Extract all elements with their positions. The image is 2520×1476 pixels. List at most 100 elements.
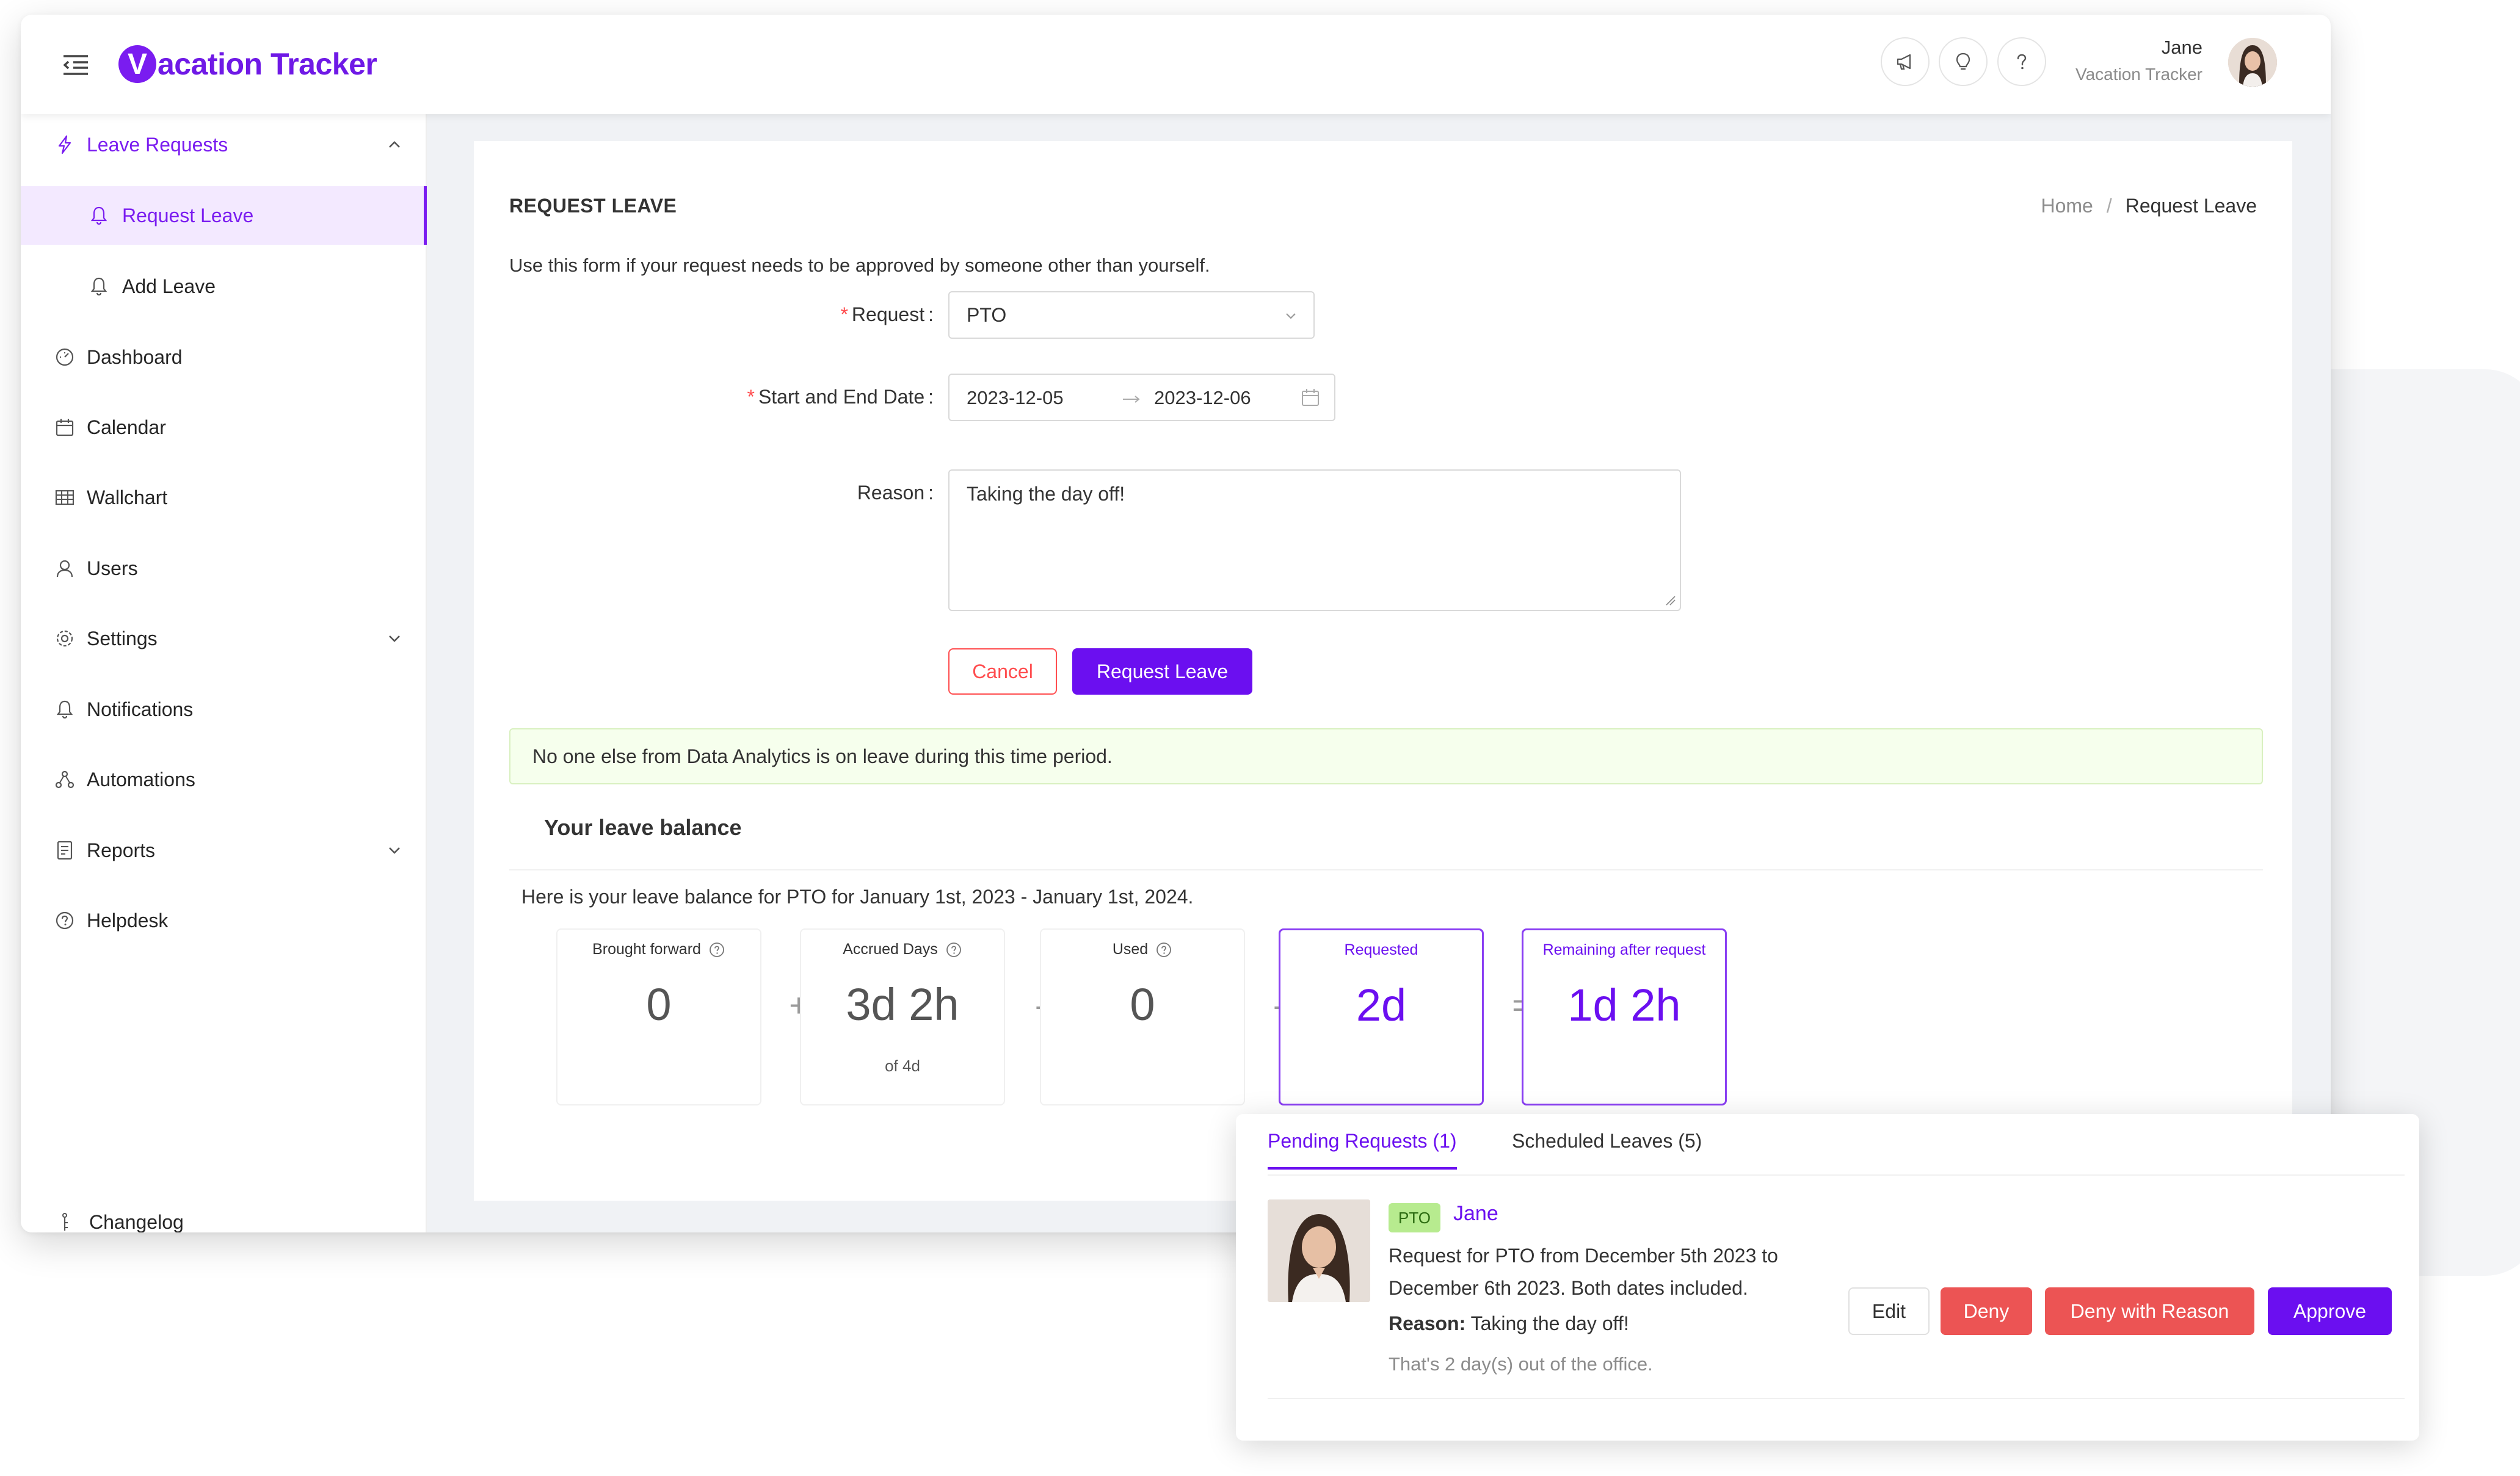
sidebar-item-add-leave[interactable]: Add Leave [21, 257, 427, 316]
help-icon [53, 908, 77, 933]
approve-button[interactable]: Approve [2268, 1287, 2392, 1335]
user-name[interactable]: Jane [2162, 37, 2202, 59]
stat-used: Used 0 [1040, 928, 1245, 1105]
leave-type-badge: PTO [1389, 1203, 1440, 1232]
sidebar-item-label: Reports [87, 839, 156, 861]
avatar-image [2228, 38, 2277, 87]
leave-balance-title: Your leave balance [544, 815, 742, 840]
date-range-label-text: Start and End Date [758, 386, 925, 408]
end-date-input[interactable]: 2023-12-06 [1154, 387, 1251, 409]
requester-photo [1268, 1199, 1370, 1302]
sidebar-item-label: Add Leave [122, 275, 216, 297]
sidebar-item-wallchart[interactable]: Wallchart [21, 468, 427, 527]
stat-subtext: of 4d [885, 1057, 920, 1075]
user-icon [53, 556, 77, 581]
stat-value: 0 [646, 979, 672, 1030]
request-reason: Reason: Taking the day off! [1389, 1312, 1629, 1335]
required-mark: * [840, 303, 848, 325]
stat-title-text: Accrued Days [843, 941, 938, 958]
tab-scheduled-leaves[interactable]: Scheduled Leaves (5) [1512, 1130, 1702, 1167]
help-button[interactable] [1997, 37, 2046, 86]
reason-label-text: Reason [857, 482, 925, 504]
sidebar-item-label: Notifications [87, 698, 194, 720]
requester-name[interactable]: Jane [1453, 1202, 1498, 1226]
bell-icon [87, 203, 111, 228]
sidebar-item-label: Dashboard [87, 345, 183, 368]
menu-fold-icon[interactable] [60, 49, 92, 81]
table-icon [53, 485, 77, 510]
start-date-input[interactable]: 2023-12-05 [967, 387, 1064, 409]
reason-textarea[interactable]: Taking the day off! [948, 469, 1681, 611]
sidebar-item-calendar[interactable]: Calendar [21, 398, 427, 457]
sidebar-item-changelog[interactable]: Changelog [21, 1193, 427, 1232]
cancel-button[interactable]: Cancel [948, 648, 1057, 695]
requester-photo-image [1268, 1199, 1370, 1302]
logo-text: acation Tracker [158, 47, 377, 81]
required-mark: * [747, 386, 755, 408]
info-icon[interactable] [1155, 941, 1172, 958]
sidebar-item-users[interactable]: Users [21, 539, 427, 598]
announcements-button[interactable] [1881, 37, 1930, 86]
sidebar-item-request-leave[interactable]: Request Leave [21, 186, 427, 245]
stat-brought-forward: Brought forward 0 [556, 928, 761, 1105]
stat-requested: Requested 2d [1279, 928, 1484, 1105]
stat-title: Used [1041, 941, 1244, 958]
sidebar-item-leave-requests[interactable]: Leave Requests [21, 115, 427, 174]
requests-popup: Pending Requests (1) Scheduled Leaves (5… [1236, 1114, 2419, 1441]
sidebar-item-label: Automations [87, 768, 195, 790]
sidebar-item-label: Request Leave [122, 204, 254, 226]
arrow-right-icon [1123, 396, 1140, 403]
popup-divider [1268, 1398, 2405, 1399]
sidebar-item-automations[interactable]: Automations [21, 750, 427, 809]
stat-title: Requested [1280, 941, 1482, 959]
sidebar-item-label: Leave Requests [87, 133, 228, 156]
sidebar-item-settings[interactable]: Settings [21, 609, 427, 668]
breadcrumb-separator: / [2106, 195, 2112, 217]
automation-icon [53, 767, 77, 792]
sidebar-item-label: Helpdesk [87, 909, 169, 932]
request-type-value: PTO [967, 303, 1007, 326]
breadcrumb-home[interactable]: Home [2041, 195, 2093, 217]
user-avatar[interactable] [2228, 38, 2277, 87]
deny-with-reason-button[interactable]: Deny with Reason [2045, 1287, 2254, 1335]
stat-value: 1d 2h [1567, 980, 1681, 1030]
calendar-icon [53, 415, 77, 440]
request-type-label-text: Request [851, 303, 925, 325]
breadcrumb: Home / Request Leave [2041, 195, 2257, 217]
label-colon: : [928, 386, 934, 408]
request-description: Request for PTO from December 5th 2023 t… [1389, 1245, 1778, 1299]
request-leave-button[interactable]: Request Leave [1072, 648, 1252, 695]
stat-value: 0 [1130, 979, 1155, 1030]
sidebar-item-label: Users [87, 557, 138, 579]
dashboard-icon [53, 345, 77, 369]
sidebar-item-dashboard[interactable]: Dashboard [21, 328, 427, 386]
chevron-down-icon [389, 635, 400, 642]
app-logo[interactable]: V acation Tracker [118, 37, 377, 92]
reason-label: Reason: [857, 482, 934, 504]
edit-button[interactable]: Edit [1848, 1287, 1930, 1335]
report-icon [53, 838, 77, 863]
section-divider [509, 869, 2263, 870]
deny-button[interactable]: Deny [1941, 1287, 2032, 1335]
form-intro-text: Use this form if your request needs to b… [509, 255, 1210, 276]
resize-handle-icon[interactable] [1664, 594, 1676, 606]
sidebar-item-helpdesk[interactable]: Helpdesk [21, 891, 427, 950]
calendar-icon [1302, 389, 1319, 406]
stat-value: 2d [1356, 980, 1407, 1030]
stat-title: Remaining after request [1523, 941, 1725, 959]
sidebar-item-reports[interactable]: Reports [21, 821, 427, 880]
request-type-select[interactable]: PTO [948, 291, 1315, 339]
stat-title: Brought forward [557, 941, 760, 958]
info-icon[interactable] [945, 941, 962, 958]
tab-pending-requests[interactable]: Pending Requests (1) [1268, 1130, 1457, 1170]
sidebar-item-notifications[interactable]: Notifications [21, 680, 427, 739]
leave-balance-description: Here is your leave balance for PTO for J… [521, 886, 1194, 908]
tips-button[interactable] [1939, 37, 1988, 86]
tab-divider [1268, 1174, 2405, 1176]
date-range-picker[interactable]: 2023-12-05 2023-12-06 [948, 374, 1335, 421]
gear-icon [53, 626, 77, 651]
info-icon[interactable] [708, 941, 725, 958]
request-leave-card: REQUEST LEAVE Home / Request Leave Use thi… [474, 141, 2292, 1201]
bell-plus-icon [87, 274, 111, 298]
changelog-icon [53, 1210, 77, 1232]
